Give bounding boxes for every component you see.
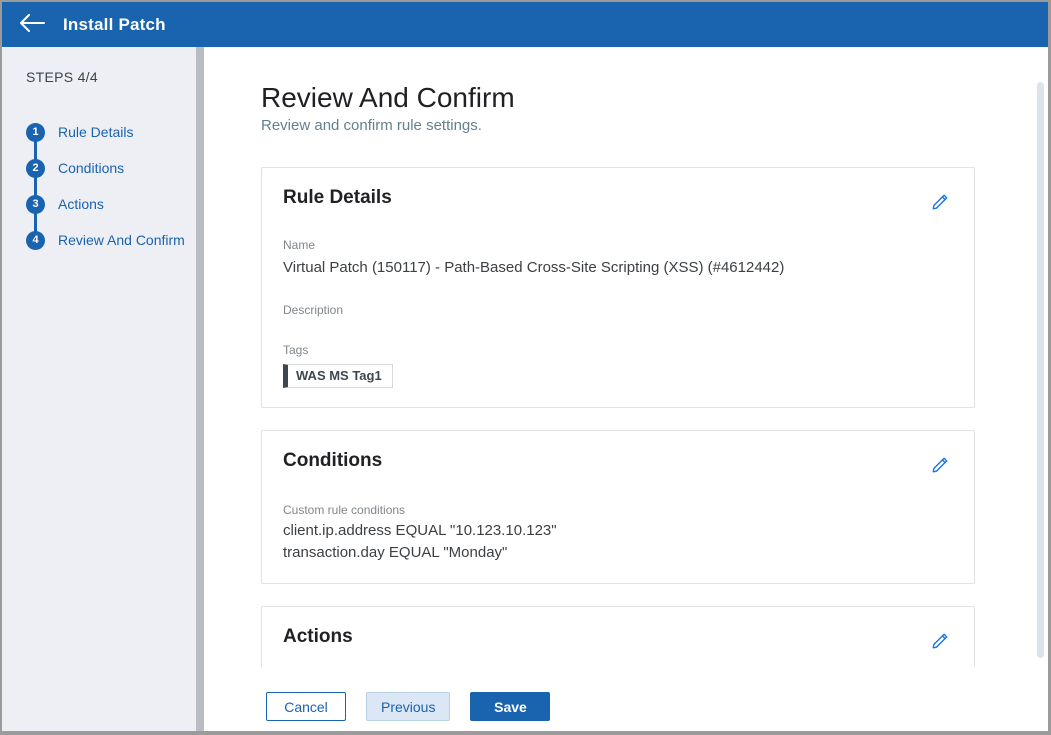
pencil-icon: [930, 457, 951, 478]
footer-actions: Cancel Previous Save: [204, 667, 1048, 731]
name-label: Name: [283, 238, 316, 253]
cancel-button[interactable]: Cancel: [266, 692, 346, 721]
condition-line: client.ip.address EQUAL "10.123.10.123": [283, 522, 557, 540]
actions-card: Actions Custom r: [261, 606, 975, 667]
window-title: Install Patch: [63, 14, 166, 34]
step-label: Review And Confirm: [58, 232, 185, 248]
steps-progress-label: STEPS 4/4: [26, 69, 98, 85]
arrow-left-icon: [19, 14, 46, 35]
stepper: 1 Rule Details 2 Conditions 3 Actions 4 …: [26, 114, 196, 258]
card-title: Rule Details: [283, 187, 392, 209]
main-panel: Review And Confirm Review and confirm ru…: [204, 47, 1048, 731]
step-actions[interactable]: 3 Actions: [26, 186, 196, 222]
card-title: Actions: [283, 626, 353, 648]
name-value: Virtual Patch (150117) - Path-Based Cros…: [283, 259, 785, 277]
install-patch-window: Install Patch STEPS 4/4 1 Rule Details 2…: [0, 0, 1051, 735]
step-number-badge: 3: [26, 194, 45, 214]
rule-details-card: Rule Details Name Virtual Patch (150117)…: [261, 167, 975, 409]
step-label: Rule Details: [58, 124, 134, 140]
conditions-card: Conditions Custom rule conditions client…: [261, 430, 975, 585]
back-button[interactable]: [19, 14, 46, 35]
tag-chip: WAS MS Tag1: [283, 364, 393, 389]
review-content: Review And Confirm Review and confirm ru…: [204, 47, 1048, 667]
steps-sidebar: STEPS 4/4 1 Rule Details 2 Conditions 3 …: [2, 47, 196, 731]
step-conditions[interactable]: 2 Conditions: [26, 150, 196, 186]
previous-button[interactable]: Previous: [366, 692, 451, 721]
step-number-badge: 2: [26, 158, 45, 178]
main-scrollbar-thumb[interactable]: [1037, 82, 1044, 658]
edit-rule-details-button[interactable]: [928, 189, 953, 217]
pencil-icon: [930, 633, 951, 654]
step-number-badge: 1: [26, 122, 45, 142]
pencil-icon: [930, 194, 951, 215]
page-subtitle: Review and confirm rule settings.: [261, 117, 482, 135]
page-title: Review And Confirm: [261, 82, 515, 113]
edit-actions-button[interactable]: [928, 628, 953, 656]
header-bar: Install Patch: [2, 2, 1048, 47]
step-label: Conditions: [58, 160, 125, 176]
tags-label: Tags: [283, 343, 309, 358]
description-label: Description: [283, 303, 344, 318]
save-button[interactable]: Save: [470, 692, 551, 721]
step-review-and-confirm[interactable]: 4 Review And Confirm: [26, 222, 196, 258]
step-label: Actions: [58, 196, 104, 212]
step-rule-details[interactable]: 1 Rule Details: [26, 114, 196, 150]
sidebar-scrollbar[interactable]: [196, 47, 204, 731]
card-title: Conditions: [283, 450, 383, 472]
step-number-badge: 4: [26, 230, 45, 250]
edit-conditions-button[interactable]: [928, 452, 953, 480]
condition-line: transaction.day EQUAL "Monday": [283, 544, 508, 562]
conditions-label: Custom rule conditions: [283, 503, 406, 518]
